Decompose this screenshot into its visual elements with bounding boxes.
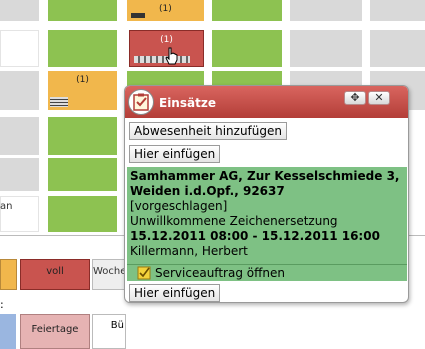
insert-here-button[interactable]: Hier einfügen (129, 145, 221, 163)
calendar-cell[interactable]: (1) (129, 30, 204, 67)
customer-address: Samhammer AG, Zur Kesselschmiede 3, (130, 169, 400, 183)
calendar-cell[interactable] (212, 0, 282, 21)
calendar-cell[interactable] (48, 196, 117, 232)
legend-swatch-holidays: Feiertage (20, 314, 90, 349)
calendar-cell[interactable] (0, 0, 39, 21)
legend-swatch-blue (0, 314, 16, 349)
popup-title: Einsätze (159, 96, 216, 110)
legend-label-full: voll (46, 266, 64, 277)
clipboard-check-icon (128, 89, 154, 115)
hand-cursor-icon (165, 47, 178, 65)
calendar-cell[interactable] (212, 30, 282, 67)
open-service-order-label: Serviceauftrag öffnen (155, 266, 285, 280)
calendar-cell[interactable] (48, 0, 117, 21)
calendar-cell[interactable] (0, 158, 39, 191)
calendar-cell[interactable] (370, 0, 425, 21)
close-icon[interactable]: ✕ (368, 91, 390, 105)
customer-city: Weiden i.d.Opf., 92637 (130, 184, 285, 198)
booking-count: (1) (160, 35, 173, 45)
calendar-cell[interactable] (0, 30, 39, 67)
assignment-status: [vorgeschlagen] (130, 199, 228, 213)
move-icon[interactable]: ✥ (344, 91, 366, 105)
calendar-cell[interactable] (290, 30, 362, 67)
booking-bar (134, 56, 190, 63)
einsaetze-popup: Einsätze ✥ ✕ Abwesenheit hinzufügen Hier… (124, 85, 409, 303)
calendar-cell[interactable] (0, 71, 39, 110)
legend-swatch-week: Woche (92, 259, 126, 290)
technician-name: Killermann, Herbert (130, 244, 248, 258)
add-absence-button[interactable]: Abwesenheit hinzufügen (129, 122, 287, 140)
legend-label-holidays: Feiertage (31, 324, 79, 335)
booking-count: (1) (159, 4, 172, 14)
assignment-subject: Unwillkommene Zeichenersetzung (130, 214, 338, 228)
legend-swatch-orange (0, 259, 17, 290)
assignment-entry[interactable]: Samhammer AG, Zur Kesselschmiede 3, Weid… (127, 167, 407, 264)
insert-here-button-2[interactable]: Hier einfügen (129, 284, 221, 302)
legend-colon: : (0, 298, 4, 311)
calendar-cell[interactable] (290, 0, 362, 21)
booking-bar (131, 13, 145, 18)
service-order-icon (137, 266, 151, 280)
booking-bar (50, 97, 68, 107)
legend-label-bue: Bü (110, 320, 124, 331)
popup-header[interactable]: Einsätze ✥ ✕ (125, 86, 408, 118)
resource-label: an (0, 201, 13, 212)
booking-count: (1) (76, 75, 89, 85)
assignment-timespan: 15.12.2011 08:00 - 15.12.2011 16:00 (130, 229, 380, 243)
calendar-cell[interactable]: (1) (48, 71, 117, 110)
legend-swatch-full: voll (20, 259, 90, 290)
calendar-cell[interactable] (370, 30, 425, 67)
calendar-cell[interactable] (48, 117, 117, 155)
legend-label-week: Woche (93, 266, 126, 277)
calendar-cell[interactable] (48, 30, 117, 67)
legend-swatch-white: Bü (92, 314, 126, 349)
open-service-order-link[interactable]: Serviceauftrag öffnen (127, 264, 407, 281)
calendar-cell[interactable] (0, 117, 39, 155)
calendar-cell[interactable] (48, 158, 117, 191)
